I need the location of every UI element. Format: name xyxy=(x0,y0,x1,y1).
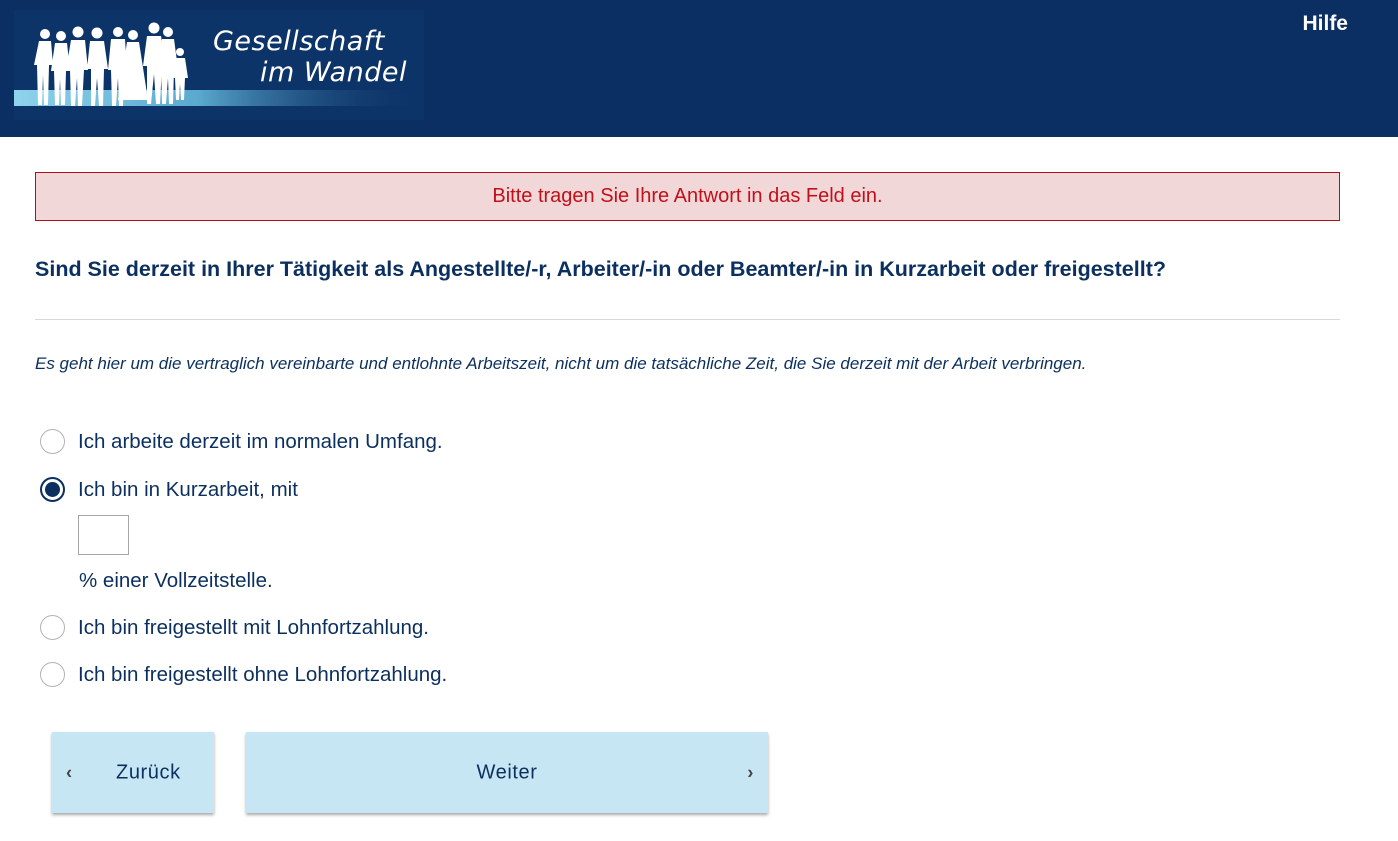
back-button-label: Zurück xyxy=(116,761,181,783)
radio-button[interactable] xyxy=(40,615,65,640)
chevron-right-icon: › xyxy=(747,762,754,782)
help-link[interactable]: Hilfe xyxy=(1302,12,1348,36)
question-instruction: Es geht hier um die vertraglich vereinba… xyxy=(35,354,1087,373)
back-button[interactable]: ‹ Zurück xyxy=(52,732,214,813)
option-label: Ich bin freigestellt mit Lohnfortzahlung… xyxy=(78,615,429,639)
option-freigestellt-mit-lohn[interactable]: Ich bin freigestellt mit Lohnfortzahlung… xyxy=(40,615,429,640)
option-label: Ich arbeite derzeit im normalen Umfang. xyxy=(78,429,443,453)
site-header: Gesellschaft im Wandel Hilfe xyxy=(0,0,1398,137)
option-freigestellt-ohne-lohn[interactable]: Ich bin freigestellt ohne Lohnfortzahlun… xyxy=(40,662,447,687)
next-button-label: Weiter xyxy=(476,761,538,783)
radio-button[interactable] xyxy=(40,662,65,687)
question-title: Sind Sie derzeit in Ihrer Tätigkeit als … xyxy=(35,257,1166,281)
logo-text-line2: im Wandel xyxy=(260,57,408,88)
option-label: Ich bin freigestellt ohne Lohnfortzahlun… xyxy=(78,662,448,686)
option-normal-umfang[interactable]: Ich arbeite derzeit im normalen Umfang. xyxy=(40,429,443,454)
radio-button-selected[interactable] xyxy=(40,477,65,502)
error-message: Bitte tragen Sie Ihre Antwort in das Fel… xyxy=(492,185,883,207)
logo: Gesellschaft im Wandel xyxy=(14,10,424,120)
radio-button[interactable] xyxy=(40,429,65,454)
error-alert: Bitte tragen Sie Ihre Antwort in das Fel… xyxy=(35,172,1340,221)
next-button[interactable]: Weiter › xyxy=(246,732,768,813)
divider xyxy=(35,319,1340,320)
percent-suffix-label: % einer Vollzeitstelle. xyxy=(79,569,273,592)
option-kurzarbeit[interactable]: Ich bin in Kurzarbeit, mit xyxy=(40,477,298,502)
kurzarbeit-percent-input[interactable] xyxy=(78,515,129,555)
chevron-left-icon: ‹ xyxy=(66,762,73,782)
option-label: Ich bin in Kurzarbeit, mit xyxy=(78,477,298,501)
logo-text-line1: Gesellschaft xyxy=(213,26,385,57)
